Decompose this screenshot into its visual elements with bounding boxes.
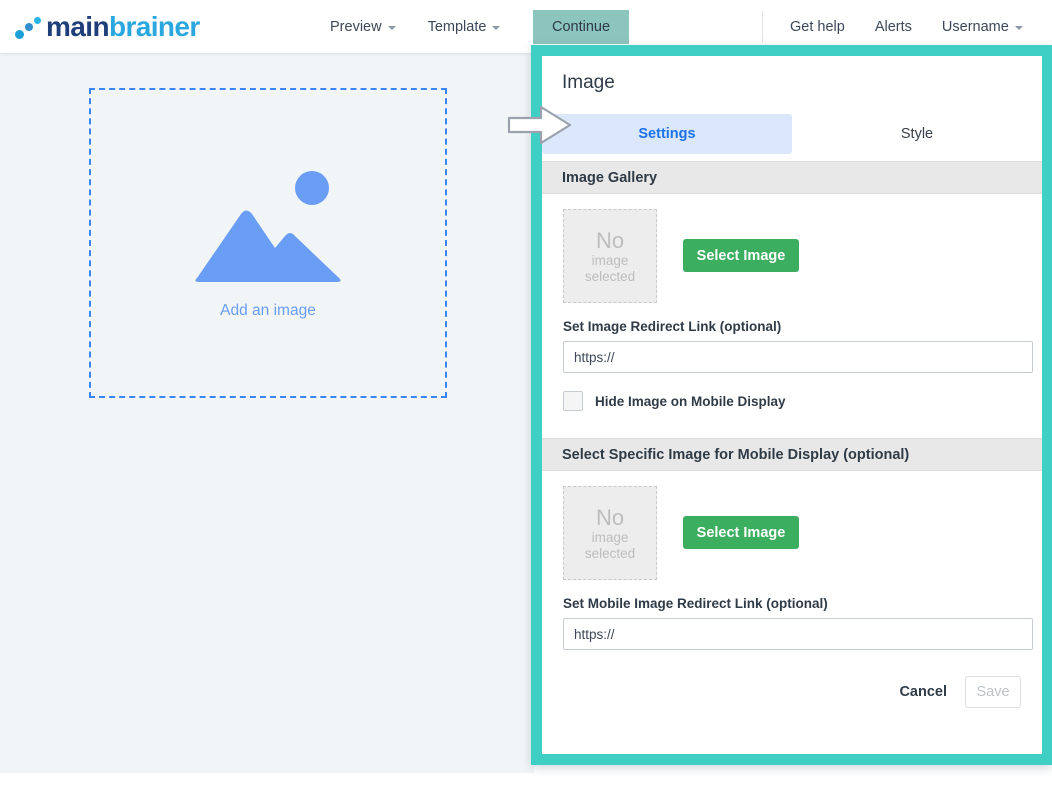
thumb-line-no: No — [596, 505, 624, 530]
primary-nav: Preview Template — [330, 0, 500, 53]
nav-item-alerts-label: Alerts — [875, 19, 912, 35]
editor-canvas: Add an image — [0, 53, 534, 773]
hide-image-mobile-checkbox-row[interactable]: Hide Image on Mobile Display — [563, 391, 786, 411]
save-button[interactable]: Save — [965, 676, 1021, 708]
image-settings-panel: Image Settings Style Image Gallery No im… — [542, 56, 1042, 754]
section-header-mobile-image: Select Specific Image for Mobile Display… — [542, 438, 1042, 471]
thumb-line-selected: selected — [585, 269, 635, 285]
chevron-down-icon — [492, 26, 500, 30]
thumb-line-image: image — [592, 530, 629, 546]
add-image-dropzone[interactable]: Add an image — [89, 88, 447, 398]
cancel-button[interactable]: Cancel — [895, 678, 951, 706]
right-arrow-pointer-icon — [507, 104, 573, 146]
mobile-image-thumbnail-placeholder[interactable]: No image selected — [563, 486, 657, 580]
image-mountain-icon — [193, 167, 343, 282]
nav-item-template[interactable]: Template — [428, 19, 501, 35]
nav-item-alerts[interactable]: Alerts — [875, 19, 912, 35]
image-redirect-link-label: Set Image Redirect Link (optional) — [563, 319, 781, 334]
add-image-label: Add an image — [220, 302, 316, 320]
three-dots-icon — [14, 13, 44, 41]
thumb-line-image: image — [592, 253, 629, 269]
nav-item-username[interactable]: Username — [942, 19, 1023, 35]
mobile-image-redirect-link-input[interactable] — [563, 618, 1033, 650]
nav-item-get-help-label: Get help — [790, 19, 845, 35]
section-header-image-gallery: Image Gallery — [542, 161, 1042, 194]
nav-item-username-label: Username — [942, 19, 1009, 35]
select-mobile-image-button[interactable]: Select Image — [683, 516, 799, 549]
image-settings-panel-frame: Image Settings Style Image Gallery No im… — [531, 45, 1052, 765]
hide-image-mobile-label: Hide Image on Mobile Display — [595, 394, 786, 409]
nav-item-get-help[interactable]: Get help — [790, 19, 845, 35]
logo-text-main: main — [46, 11, 109, 42]
panel-tabs: Settings Style — [542, 114, 1042, 154]
nav-item-preview-label: Preview — [330, 19, 382, 35]
image-redirect-link-input[interactable] — [563, 341, 1033, 373]
nav-item-template-label: Template — [428, 19, 487, 35]
hide-image-mobile-checkbox[interactable] — [563, 391, 583, 411]
tab-style[interactable]: Style — [792, 114, 1042, 154]
image-thumbnail-placeholder[interactable]: No image selected — [563, 209, 657, 303]
brand-logo[interactable]: mainbrainer — [14, 9, 200, 45]
logo-text-brainer: brainer — [109, 11, 200, 42]
app-root: mainbrainer Preview Template Continue Ge… — [0, 0, 1052, 790]
panel-title: Image — [562, 72, 615, 94]
nav-item-preview[interactable]: Preview — [330, 19, 396, 35]
select-image-button[interactable]: Select Image — [683, 239, 799, 272]
panel-footer-actions: Cancel Save — [895, 676, 1021, 708]
thumb-line-no: No — [596, 228, 624, 253]
tab-settings[interactable]: Settings — [542, 114, 792, 154]
continue-button[interactable]: Continue — [533, 10, 629, 44]
chevron-down-icon — [1015, 26, 1023, 30]
mobile-image-redirect-link-label: Set Mobile Image Redirect Link (optional… — [563, 596, 828, 611]
chevron-down-icon — [388, 26, 396, 30]
header-divider — [762, 11, 763, 42]
thumb-line-selected: selected — [585, 546, 635, 562]
